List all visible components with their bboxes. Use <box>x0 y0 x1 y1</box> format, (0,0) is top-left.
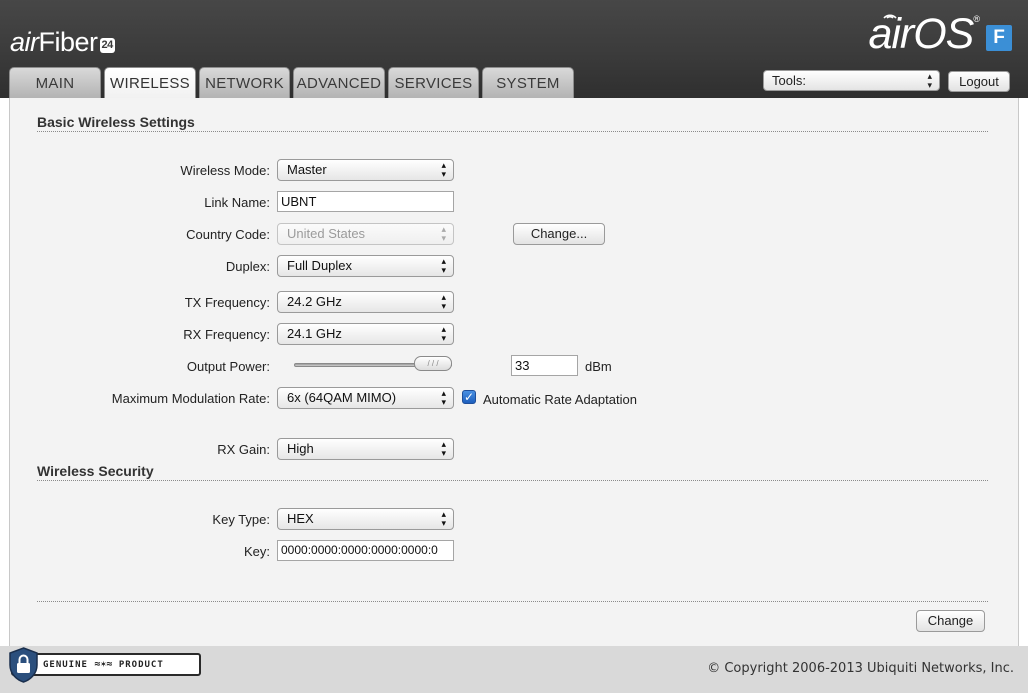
output-power-unit: dBm <box>585 359 612 374</box>
divider <box>37 601 988 602</box>
select-arrows-icon: ▴ ▾ <box>441 256 446 275</box>
registered-mark: ® <box>973 14 980 24</box>
divider <box>37 480 988 481</box>
select-arrows-icon: ▴ ▾ <box>441 509 446 528</box>
tx-frequency-select[interactable]: 24.2 GHz ▴ ▾ <box>277 291 454 313</box>
rx-frequency-select[interactable]: 24.1 GHz ▴ ▾ <box>277 323 454 345</box>
signal-arc-icon <box>883 14 898 19</box>
product-name-suffix: Fiber <box>38 26 99 57</box>
max-modulation-label: Maximum Modulation Rate: <box>111 391 270 406</box>
divider <box>37 131 988 132</box>
main-tabs: MAIN WIRELESS NETWORK ADVANCED SERVICES … <box>9 67 577 98</box>
genuine-product-badge: GENUINE ≈✶≈ PRODUCT <box>11 653 201 676</box>
link-name-input[interactable]: UBNT <box>277 191 454 212</box>
key-type-value: HEX <box>287 511 314 526</box>
rx-gain-select[interactable]: High ▴ ▾ <box>277 438 454 460</box>
airos-badge: F <box>986 25 1012 51</box>
settings-panel: Basic Wireless Settings Wireless Mode: M… <box>9 98 1019 646</box>
output-power-label: Output Power: <box>186 359 270 374</box>
tab-main[interactable]: MAIN <box>9 67 101 98</box>
copyright-text: © Copyright 2006-2013 Ubiquiti Networks,… <box>707 661 1014 676</box>
genuine-text: GENUINE <box>43 660 88 670</box>
select-arrows-icon: ▴ ▾ <box>441 292 446 311</box>
ubiquiti-logo-icon: ≈✶≈ <box>94 659 113 670</box>
tools-dropdown-value: Tools: <box>772 73 806 88</box>
wireless-mode-select[interactable]: Master ▴ ▾ <box>277 159 454 181</box>
duplex-value: Full Duplex <box>287 258 353 273</box>
change-country-button[interactable]: Change... <box>513 223 605 245</box>
key-type-select[interactable]: HEX ▴ ▾ <box>277 508 454 530</box>
country-code-select: United States ▴ ▾ <box>277 223 454 245</box>
tab-services[interactable]: SERVICES <box>388 67 479 98</box>
select-arrows-icon: ▴ ▾ <box>441 324 446 343</box>
wireless-mode-value: Master <box>287 162 327 177</box>
output-power-slider-thumb[interactable]: / / / <box>414 356 452 371</box>
rx-frequency-value: 24.1 GHz <box>287 326 342 341</box>
select-arrows-icon: ▴ ▾ <box>441 388 446 407</box>
rx-frequency-label: RX Frequency: <box>183 327 270 342</box>
logout-button[interactable]: Logout <box>948 71 1010 92</box>
duplex-select[interactable]: Full Duplex ▴ ▾ <box>277 255 454 277</box>
basic-settings-title: Basic Wireless Settings <box>37 114 195 130</box>
lock-shield-icon <box>9 647 38 683</box>
tab-advanced[interactable]: ADVANCED <box>293 67 385 98</box>
output-power-input[interactable]: 33 <box>511 355 578 376</box>
change-button[interactable]: Change <box>916 610 985 632</box>
tx-frequency-value: 24.2 GHz <box>287 294 342 309</box>
select-arrows-icon: ▴ ▾ <box>927 70 932 90</box>
tab-system[interactable]: SYSTEM <box>482 67 574 98</box>
tools-dropdown[interactable]: Tools: ▴ ▾ <box>763 70 940 91</box>
duplex-label: Duplex: <box>225 259 270 274</box>
key-label: Key: <box>243 544 270 559</box>
select-arrows-icon: ▴ ▾ <box>441 439 446 458</box>
rx-gain-value: High <box>287 441 314 456</box>
rx-gain-label: RX Gain: <box>217 442 270 457</box>
wireless-security-title: Wireless Security <box>37 463 154 479</box>
product-text: PRODUCT <box>118 660 164 670</box>
footer-bar: GENUINE ≈✶≈ PRODUCT © Copyright 2006-201… <box>0 646 1028 693</box>
select-arrows-icon: ▴ ▾ <box>441 224 446 243</box>
link-name-label: Link Name: <box>204 195 270 210</box>
product-badge: 24 <box>99 37 115 53</box>
country-code-label: Country Code: <box>186 227 270 242</box>
key-type-label: Key Type: <box>212 512 270 527</box>
tx-frequency-label: TX Frequency: <box>184 295 270 310</box>
product-logo: air Fiber 24 <box>10 26 115 58</box>
tab-wireless[interactable]: WIRELESS <box>104 67 196 98</box>
wireless-mode-label: Wireless Mode: <box>180 163 270 178</box>
tab-network[interactable]: NETWORK <box>199 67 290 98</box>
product-name-prefix: air <box>10 26 39 57</box>
auto-rate-label: Automatic Rate Adaptation <box>483 392 637 407</box>
auto-rate-checkbox[interactable]: ✓ <box>462 390 476 404</box>
max-modulation-value: 6x (64QAM MIMO) <box>287 390 397 405</box>
airos-logo: airOS ® F <box>868 10 1012 58</box>
select-arrows-icon: ▴ ▾ <box>441 160 446 179</box>
key-input[interactable]: 0000:0000:0000:0000:0000:0 <box>277 540 454 561</box>
country-code-value: United States <box>287 226 366 241</box>
header-bar: air Fiber 24 airOS ® F MAIN WIRELESS NETW… <box>0 0 1028 98</box>
max-modulation-select[interactable]: 6x (64QAM MIMO) ▴ ▾ <box>277 387 454 409</box>
